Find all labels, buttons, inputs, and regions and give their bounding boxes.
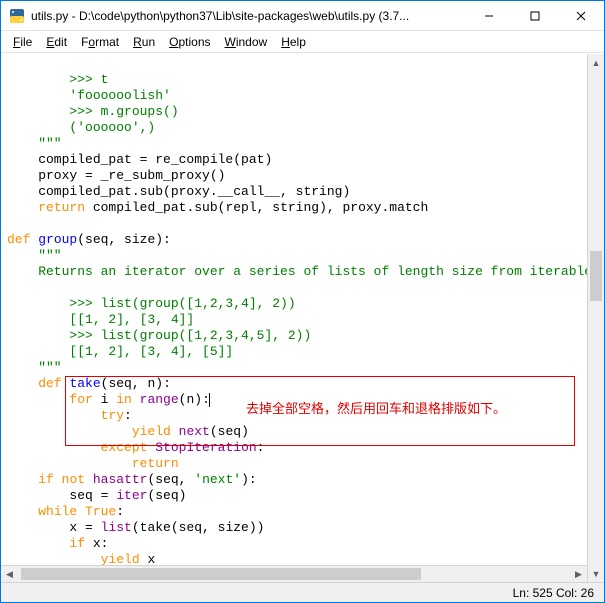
code-editor[interactable]: >>> t 'foooooolish' >>> m.groups() ('ooo… [1, 54, 587, 565]
menu-edit[interactable]: Edit [40, 33, 73, 51]
scroll-thumb-h[interactable] [21, 568, 421, 580]
code-line [7, 472, 38, 487]
scroll-track-v[interactable] [588, 71, 604, 565]
code-line: 'foooooolish' [7, 88, 171, 103]
code-line: def [7, 232, 30, 247]
code-line [7, 456, 132, 471]
code-line: [[1, 2], [3, 4]] [7, 312, 194, 327]
code-line: >>> list(group([1,2,3,4,5], 2)) [7, 328, 311, 343]
code-line: Returns an iterator over a series of lis… [7, 264, 587, 279]
code-line: >>> t [7, 72, 108, 87]
code-line [7, 376, 38, 391]
code-line: x = [7, 520, 101, 535]
menu-window[interactable]: Window [219, 33, 274, 51]
code-line: compiled_pat.sub(proxy.__call__, string) [7, 184, 350, 199]
text-cursor [209, 393, 210, 407]
maximize-button[interactable] [512, 1, 558, 31]
close-button[interactable] [558, 1, 604, 31]
code-line [7, 408, 101, 423]
code-line: ('oooooo',) [7, 120, 155, 135]
code-line [7, 392, 69, 407]
code-line: >>> list(group([1,2,3,4], 2)) [7, 296, 296, 311]
editor-viewport[interactable]: >>> t 'foooooolish' >>> m.groups() ('ooo… [1, 54, 587, 565]
app-icon [9, 8, 25, 24]
code-line: seq = [7, 488, 116, 503]
menu-help[interactable]: Help [275, 33, 312, 51]
vertical-scrollbar[interactable]: ▲ ▼ [587, 54, 604, 582]
code-line: proxy = _re_subm_proxy() [7, 168, 225, 183]
cursor-position: Ln: 525 Col: 26 [513, 586, 594, 600]
code-line: """ [7, 136, 62, 151]
code-line: >>> m.groups() [7, 104, 179, 119]
scroll-up-button[interactable]: ▲ [588, 54, 604, 71]
menu-format[interactable]: Format [75, 33, 125, 51]
scroll-thumb-v[interactable] [590, 251, 602, 301]
code-line: [[1, 2], [3, 4], [5]] [7, 344, 233, 359]
menu-options[interactable]: Options [163, 33, 216, 51]
menu-file[interactable]: Fdocument.currentScript.previousElementS… [7, 33, 38, 51]
code-line: compiled_pat = re_compile(pat) [7, 152, 272, 167]
scroll-right-button[interactable]: ▶ [570, 566, 587, 582]
code-line: """ [7, 248, 62, 263]
menubar: Fdocument.currentScript.previousElementS… [1, 31, 604, 53]
scroll-left-button[interactable]: ◀ [1, 566, 18, 582]
editor-area: >>> t 'foooooolish' >>> m.groups() ('ooo… [1, 53, 604, 582]
code-line [7, 504, 38, 519]
window: utils.py - D:\code\python\python37\Lib\s… [0, 0, 605, 603]
menu-run[interactable]: Run [127, 33, 161, 51]
code-line [7, 424, 132, 439]
window-title: utils.py - D:\code\python\python37\Lib\s… [31, 9, 466, 23]
horizontal-scrollbar[interactable]: ◀ ▶ [1, 565, 587, 582]
titlebar[interactable]: utils.py - D:\code\python\python37\Lib\s… [1, 1, 604, 31]
code-line [7, 200, 38, 215]
scroll-down-button[interactable]: ▼ [588, 565, 604, 582]
code-line [7, 536, 69, 551]
annotation-text: 去掉全部空格，然后用回车和退格排版如下。 [246, 398, 506, 417]
code-line [7, 440, 101, 455]
code-line [7, 552, 101, 565]
statusbar: Ln: 525 Col: 26 [1, 582, 604, 602]
code-line: """ [7, 360, 62, 375]
minimize-button[interactable] [466, 1, 512, 31]
